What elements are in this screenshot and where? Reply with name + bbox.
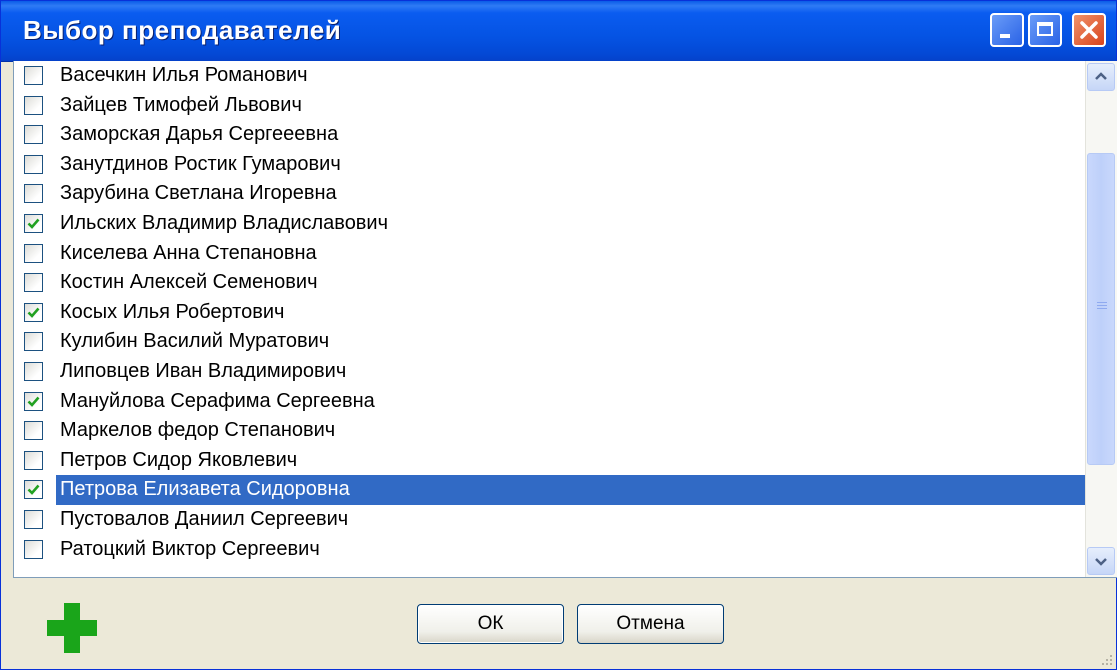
list-item[interactable]: Пустовалов Даниил Сергеевич bbox=[14, 505, 1087, 535]
checkbox[interactable] bbox=[24, 421, 43, 441]
teacher-selection-dialog: Выбор преподавателей Васечкин Илья Роман… bbox=[0, 0, 1117, 670]
check-icon bbox=[27, 218, 40, 229]
check-icon bbox=[27, 307, 40, 318]
list-item[interactable]: Костин Алексей Семенович bbox=[14, 268, 1087, 298]
checkbox[interactable] bbox=[24, 480, 43, 500]
list-item-label: Кулибин Василий Муратович bbox=[60, 330, 330, 353]
list-item[interactable]: Петров Сидор Яковлевич bbox=[14, 446, 1087, 476]
list-item[interactable]: Зайцев Тимофей Львович bbox=[14, 91, 1087, 121]
scroll-down-button[interactable] bbox=[1087, 547, 1115, 575]
list-item[interactable]: Мануйлова Серафима Сергеевна bbox=[14, 387, 1087, 417]
chevron-down-icon bbox=[1095, 558, 1107, 566]
scroll-thumb[interactable] bbox=[1087, 153, 1115, 465]
list-item[interactable]: Маркелов федор Степанович bbox=[14, 416, 1087, 446]
chevron-up-icon bbox=[1095, 72, 1107, 80]
list-item[interactable]: Петрова Елизавета Сидоровна bbox=[14, 475, 1087, 505]
list-item[interactable]: Косых Илья Робертович bbox=[14, 298, 1087, 328]
list-item-label: Мануйлова Серафима Сергеевна bbox=[60, 389, 375, 412]
list-item-label: Косых Илья Робертович bbox=[60, 300, 285, 323]
list-item[interactable]: Зарубина Светлана Игоревна bbox=[14, 179, 1087, 209]
scroll-up-button[interactable] bbox=[1087, 63, 1115, 91]
maximize-button[interactable] bbox=[1028, 13, 1062, 47]
green-plus-icon[interactable] bbox=[41, 597, 103, 659]
maximize-icon bbox=[1037, 22, 1053, 36]
list-item[interactable]: Кулибин Василий Муратович bbox=[14, 327, 1087, 357]
close-icon bbox=[1080, 21, 1098, 39]
list-item[interactable]: Васечкин Илья Романович bbox=[14, 61, 1087, 91]
checkbox[interactable] bbox=[24, 450, 43, 470]
checkbox[interactable] bbox=[24, 539, 43, 559]
list-item-label: Ратоцкий Виктор Сергеевич bbox=[60, 537, 320, 560]
list-item[interactable]: Занутдинов Ростик Гумарович bbox=[14, 150, 1087, 180]
minimize-button[interactable] bbox=[990, 13, 1024, 47]
list-item-label: Липовцев Иван Владимирович bbox=[60, 359, 347, 382]
list-item-label: Костин Алексей Семенович bbox=[60, 271, 318, 294]
list-item-label: Петрова Елизавета Сидоровна bbox=[56, 475, 1087, 505]
window-title: Выбор преподавателей bbox=[23, 15, 342, 45]
checkbox[interactable] bbox=[24, 95, 43, 115]
minimize-icon bbox=[1000, 34, 1010, 38]
list-item-label: Зайцев Тимофей Львович bbox=[60, 93, 302, 116]
close-button[interactable] bbox=[1072, 13, 1106, 47]
checkbox[interactable] bbox=[24, 66, 43, 85]
checkbox[interactable] bbox=[24, 243, 43, 263]
list-item-label: Заморская Дарья Сергееевна bbox=[60, 123, 339, 146]
checkbox[interactable] bbox=[24, 509, 43, 529]
list-item-label: Ильских Владимир Владиславович bbox=[60, 211, 389, 234]
list-item-label: Зарубина Светлана Игоревна bbox=[60, 182, 337, 205]
cancel-button[interactable]: Отмена bbox=[577, 604, 724, 644]
checkbox[interactable] bbox=[24, 361, 43, 381]
check-icon bbox=[27, 484, 40, 496]
teacher-list[interactable]: Васечкин Илья Романович Зайцев Тимофей Ль… bbox=[13, 61, 1117, 578]
teacher-list-rows: Васечкин Илья Романович Зайцев Тимофей Ль… bbox=[14, 61, 1087, 564]
list-item-label: Васечкин Илья Романович bbox=[60, 64, 308, 86]
vertical-scrollbar[interactable] bbox=[1085, 61, 1117, 577]
list-item[interactable]: Ильских Владимир Владиславович bbox=[14, 209, 1087, 239]
checkbox[interactable] bbox=[24, 213, 43, 233]
list-item-label: Петров Сидор Яковлевич bbox=[60, 448, 298, 471]
checkbox[interactable] bbox=[24, 154, 43, 174]
scroll-grip bbox=[1097, 302, 1107, 303]
checkbox[interactable] bbox=[24, 184, 43, 204]
list-item-label: Киселева Анна Степановна bbox=[60, 241, 317, 264]
resize-grip-icon[interactable] bbox=[1101, 654, 1113, 666]
list-item-label: Маркелов федор Степанович bbox=[60, 419, 336, 442]
checkbox[interactable] bbox=[24, 302, 43, 322]
list-item[interactable]: Киселева Анна Степановна bbox=[14, 239, 1087, 269]
list-item[interactable]: Заморская Дарья Сергееевна bbox=[14, 120, 1087, 150]
check-icon bbox=[27, 396, 40, 407]
list-item[interactable]: Липовцев Иван Владимирович bbox=[14, 357, 1087, 387]
checkbox[interactable] bbox=[24, 273, 43, 293]
checkbox[interactable] bbox=[24, 391, 43, 411]
list-item-label: Пустовалов Даниил Сергеевич bbox=[60, 507, 349, 530]
list-item[interactable]: Ратоцкий Виктор Сергеевич bbox=[14, 535, 1087, 565]
title-bar[interactable]: Выбор преподавателей bbox=[1, 1, 1116, 62]
ok-button[interactable]: ОК bbox=[417, 604, 564, 644]
checkbox[interactable] bbox=[24, 332, 43, 352]
list-item-label: Занутдинов Ростик Гумарович bbox=[60, 152, 341, 175]
checkbox[interactable] bbox=[24, 125, 43, 145]
